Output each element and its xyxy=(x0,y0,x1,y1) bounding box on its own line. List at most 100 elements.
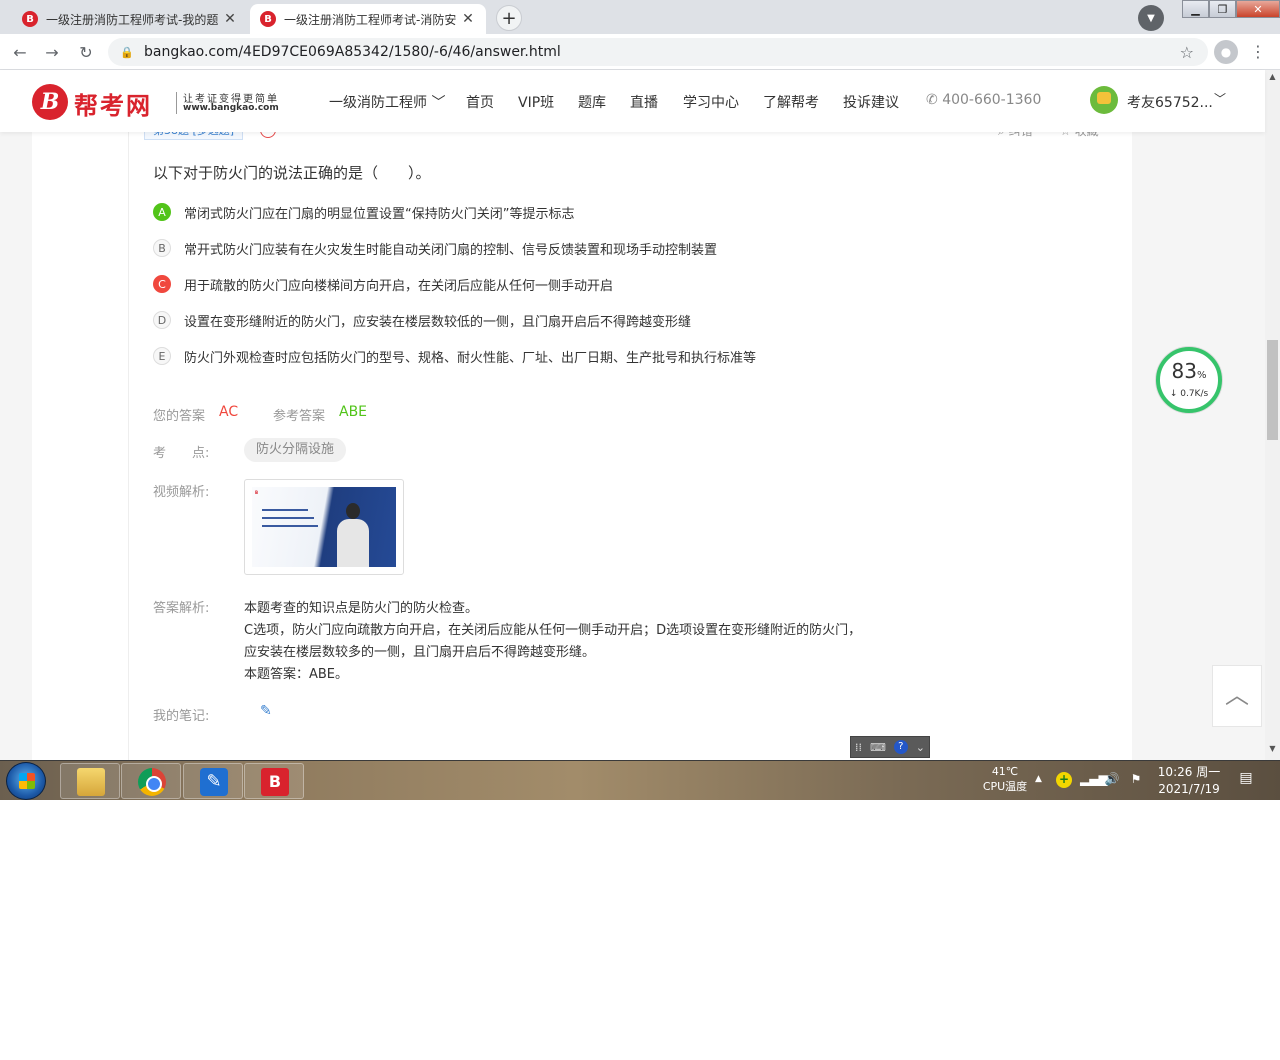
option-text: 防火门外观检查时应包括防火门的型号、规格、耐火性能、厂址、出厂日期、生产批号和执… xyxy=(184,350,757,366)
analysis-line: C选项，防火门应向疏散方向开启，在关闭后应能从任何一侧手动开启；D选项设置在变形… xyxy=(244,623,862,638)
kebab-menu-icon[interactable]: ⋮ xyxy=(1250,40,1266,64)
question-stem: 以下对于防火门的说法正确的是（ ）。 xyxy=(153,164,431,182)
help-icon[interactable]: ? xyxy=(893,740,908,754)
option-b[interactable]: B 常开式防火门应装有在火灾发生时能自动关闭门扇的控制、信号反馈装置和现场手动控… xyxy=(153,238,717,258)
scrollbar-thumb[interactable] xyxy=(1267,340,1278,440)
reload-icon[interactable]: ↻ xyxy=(74,40,98,64)
security-tray-icon[interactable]: + xyxy=(1056,772,1072,788)
bookmark-star-icon[interactable]: ☆ xyxy=(1180,43,1194,62)
option-c[interactable]: C 用于疏散的防火门应向楼梯间方向开启，在关闭后应能从任何一侧手动开启 xyxy=(153,274,613,294)
option-text: 设置在变形缝附近的防火门，应安装在楼层数较低的一侧，且门扇开启后不得跨越变形缝 xyxy=(184,314,692,330)
tab-my-questions[interactable]: B 一级注册消防工程师考试-我的题 ✕ xyxy=(12,4,248,34)
scroll-up-icon[interactable]: ▲ xyxy=(1265,72,1280,86)
nav-study-center[interactable]: 学习中心 xyxy=(683,92,739,112)
taskbar-chrome[interactable] xyxy=(121,763,181,799)
nav-live[interactable]: 直播 xyxy=(630,92,658,112)
phone-icon: ✆ xyxy=(926,92,938,108)
option-text: 用于疏散的防火门应向楼梯间方向开启，在关闭后应能从任何一侧手动开启 xyxy=(184,278,614,294)
nav-question-bank[interactable]: 题库 xyxy=(578,92,606,112)
close-icon[interactable]: ✕ xyxy=(222,11,238,27)
option-a[interactable]: A 常闭式防火门应在门扇的明显位置设置“保持防火门关闭”等提示标志 xyxy=(153,202,574,222)
cpu-temperature[interactable]: 41℃ CPU温度 xyxy=(980,764,1030,794)
reference-answer-label: 参考答案 xyxy=(273,409,326,424)
signal-icon[interactable]: ▂▄▆ xyxy=(1080,772,1108,788)
tray-expand-icon[interactable]: ▲ xyxy=(1035,774,1042,784)
site-header: B 帮考网 让考证变得更简单 www.bangkao.com 一级消防工程师 ﹀… xyxy=(0,70,1265,132)
taskbar-writer[interactable]: ✎ xyxy=(183,763,243,799)
window-controls: ▁ ❐ ✕ xyxy=(1182,0,1280,18)
forward-arrow-icon[interactable]: → xyxy=(40,40,64,64)
user-avatar[interactable] xyxy=(1090,86,1118,114)
window-close-icon[interactable]: ✕ xyxy=(1236,0,1280,18)
chevron-down-icon[interactable]: ⌄ xyxy=(916,741,925,754)
video-frame: B xyxy=(252,487,396,567)
option-badge: D xyxy=(153,311,171,329)
chevron-down-icon[interactable]: ﹀ xyxy=(1214,90,1226,107)
bangkao-logo-icon[interactable]: B xyxy=(32,84,68,120)
start-button[interactable] xyxy=(6,762,46,800)
profile-avatar-icon[interactable]: ● xyxy=(1214,40,1238,64)
question-tag: 第38题 [多选题] xyxy=(144,132,244,140)
tab-answer-page[interactable]: B 一级注册消防工程师考试-消防安 ✕ xyxy=(250,4,486,34)
report-error-button[interactable]: ⌕ 纠错 xyxy=(998,132,1033,139)
wrong-answer-icon: ✕ xyxy=(260,132,276,138)
taskbar-explorer[interactable] xyxy=(60,763,120,799)
logo-divider xyxy=(176,92,177,114)
back-arrow-icon[interactable]: ← xyxy=(8,40,32,64)
new-tab-button[interactable]: + xyxy=(496,5,522,31)
logo-url: www.bangkao.com xyxy=(183,103,279,113)
video-text-line xyxy=(262,517,314,519)
answer-analysis-label: 答案解析: xyxy=(153,601,210,616)
favorite-button[interactable]: ☆ 收藏 xyxy=(1060,132,1099,139)
nav-home[interactable]: 首页 xyxy=(466,92,494,112)
option-badge: E xyxy=(153,347,171,365)
volume-icon[interactable]: 🔊 xyxy=(1104,772,1120,788)
notification-tray-icon[interactable]: ⚑ xyxy=(1128,772,1144,788)
video-text-line xyxy=(262,509,308,511)
nav-exam-category[interactable]: 一级消防工程师 ﹀ xyxy=(329,92,445,112)
analysis-line: 本题考查的知识点是防火门的防火检查。 xyxy=(244,601,479,616)
option-e[interactable]: E 防火门外观检查时应包括防火门的型号、规格、耐火性能、厂址、出厂日期、生产批号… xyxy=(153,346,756,366)
taskbar-bangkao[interactable]: B xyxy=(244,763,304,799)
user-name[interactable]: 考友65752... xyxy=(1127,92,1213,112)
tab-title: 一级注册消防工程师考试-我的题 xyxy=(46,12,219,27)
phone-number: ✆ 400-660-1360 xyxy=(926,92,1042,108)
option-text: 常闭式防火门应在门扇的明显位置设置“保持防火门关闭”等提示标志 xyxy=(184,206,575,222)
option-badge: C xyxy=(153,275,171,293)
back-to-top-button[interactable]: ︿ xyxy=(1212,665,1262,727)
system-clock[interactable]: 10:26 周一 2021/7/19 xyxy=(1156,764,1222,798)
scroll-down-icon[interactable]: ▼ xyxy=(1265,744,1280,758)
show-desktop-icon[interactable]: ▤ xyxy=(1236,770,1256,790)
video-analysis-thumbnail[interactable]: B xyxy=(244,479,404,575)
nav-about[interactable]: 了解帮考 xyxy=(763,92,819,112)
minimize-icon[interactable]: ▁ xyxy=(1182,0,1209,18)
option-text: 常开式防火门应装有在火灾发生时能自动关闭门扇的控制、信号反馈装置和现场手动控制装… xyxy=(184,242,718,258)
edit-note-icon[interactable]: ✎ xyxy=(260,703,276,719)
nav-vip[interactable]: VIP班 xyxy=(518,92,554,112)
speed-rate: ↓ 0.7K/s xyxy=(1169,389,1209,399)
bangkao-favicon-icon: B xyxy=(260,11,276,27)
network-speed-widget[interactable]: 83% ↓ 0.7K/s xyxy=(1156,347,1222,413)
browser-chrome: B 一级注册消防工程师考试-我的题 ✕ B 一级注册消防工程师考试-消防安 ✕ … xyxy=(0,0,1280,70)
close-icon[interactable]: ✕ xyxy=(460,11,476,27)
bangkao-favicon-icon: B xyxy=(22,11,38,27)
card-divider xyxy=(128,132,129,760)
page-body: 第38题 [多选题] ✕ ⌕ 纠错 ☆ 收藏 以下对于防火门的说法正确的是（ ）… xyxy=(0,132,1265,760)
logo-text[interactable]: 帮考网 xyxy=(74,86,152,121)
knowledge-point-chip[interactable]: 防火分隔设施 xyxy=(244,438,347,462)
tab-search-icon[interactable]: ▼ xyxy=(1138,5,1164,31)
ime-toolbar[interactable]: ⁞⁞ ⌨ ? ⌄ xyxy=(850,736,930,758)
maximize-icon[interactable]: ❐ xyxy=(1209,0,1236,18)
reference-answer-value: ABE xyxy=(339,404,368,420)
address-bar[interactable]: 🔒 bangkao.com/4ED97CE069A85342/1580/-6/4… xyxy=(108,38,1208,66)
folder-icon xyxy=(77,768,105,796)
option-badge: A xyxy=(153,203,171,221)
video-text-line xyxy=(262,525,318,527)
grip-icon: ⁞⁞ xyxy=(854,740,862,754)
option-d[interactable]: D 设置在变形缝附近的防火门，应安装在楼层数较低的一侧，且门扇开启后不得跨越变形… xyxy=(153,310,691,330)
tab-strip: B 一级注册消防工程师考试-我的题 ✕ B 一级注册消防工程师考试-消防安 ✕ … xyxy=(0,0,1280,34)
video-analysis-label: 视频解析: xyxy=(153,485,210,500)
keyboard-icon[interactable]: ⌨ xyxy=(870,741,886,754)
nav-complaints[interactable]: 投诉建议 xyxy=(843,92,899,112)
option-badge: B xyxy=(153,239,171,257)
